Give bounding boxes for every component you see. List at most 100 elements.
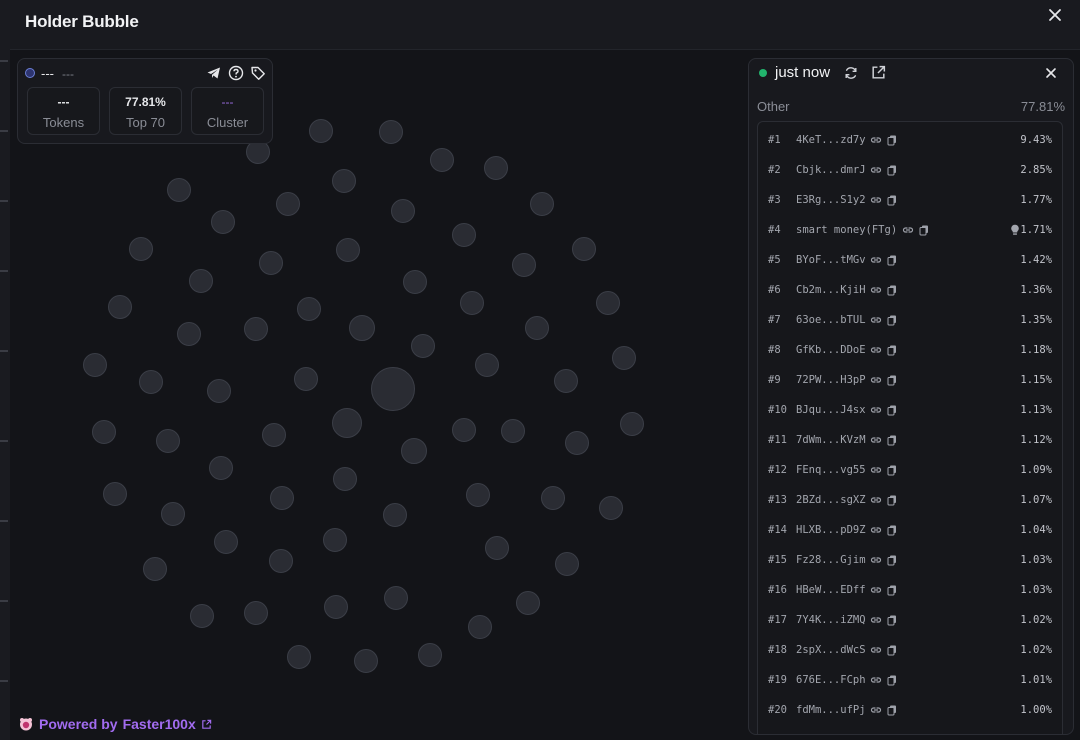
tag-icon[interactable]: [250, 65, 266, 81]
close-panel-icon[interactable]: [1044, 66, 1058, 80]
holder-bubble[interactable]: [139, 370, 163, 394]
holder-row[interactable]: #5 BYoF...tMGv 1.42%: [758, 245, 1062, 275]
copy-icon[interactable]: [886, 374, 898, 386]
holder-bubble[interactable]: [309, 119, 333, 143]
holder-address[interactable]: Cb2m...KjiH: [796, 284, 866, 296]
holder-bubble[interactable]: [452, 223, 476, 247]
holder-bubble[interactable]: [297, 297, 321, 321]
holder-address[interactable]: HLXB...pD9Z: [796, 524, 866, 536]
holder-row[interactable]: #19 676E...FCph 1.01%: [758, 665, 1062, 695]
holder-bubble[interactable]: [287, 645, 311, 669]
holder-bubble[interactable]: [207, 379, 231, 403]
holder-bubble[interactable]: [599, 496, 623, 520]
link-icon[interactable]: [870, 614, 882, 626]
holder-bubble[interactable]: [103, 482, 127, 506]
holder-bubble[interactable]: [211, 210, 235, 234]
holder-row[interactable]: #8 GfKb...DDoE 1.18%: [758, 335, 1062, 365]
holder-bubble[interactable]: [525, 316, 549, 340]
holder-bubble[interactable]: [294, 367, 318, 391]
link-icon[interactable]: [870, 164, 882, 176]
copy-icon[interactable]: [886, 554, 898, 566]
copy-icon[interactable]: [886, 494, 898, 506]
link-icon[interactable]: [870, 704, 882, 716]
holder-row[interactable]: #1 4KeT...zd7y 9.43%: [758, 125, 1062, 155]
close-icon[interactable]: [1045, 5, 1065, 25]
link-icon[interactable]: [870, 524, 882, 536]
holder-bubble[interactable]: [129, 237, 153, 261]
holder-address[interactable]: FEnq...vg55: [796, 464, 866, 476]
holder-address[interactable]: HBeW...EDff: [796, 584, 866, 596]
holder-row[interactable]: #11 7dWm...KVzM 1.12%: [758, 425, 1062, 455]
holder-bubble[interactable]: [108, 295, 132, 319]
external-link-icon[interactable]: [870, 64, 887, 81]
copy-icon[interactable]: [886, 344, 898, 356]
holder-bubble[interactable]: [596, 291, 620, 315]
holder-row[interactable]: #13 2BZd...sgXZ 1.07%: [758, 485, 1062, 515]
holder-bubble[interactable]: [349, 315, 375, 341]
holder-address[interactable]: fdMm...ufPj: [796, 704, 866, 716]
holder-address[interactable]: Cbjk...dmrJ: [796, 164, 866, 176]
link-icon[interactable]: [870, 644, 882, 656]
holder-bubble[interactable]: [541, 486, 565, 510]
link-icon[interactable]: [870, 194, 882, 206]
link-icon[interactable]: [870, 464, 882, 476]
link-icon[interactable]: [870, 134, 882, 146]
holder-bubble[interactable]: [501, 419, 525, 443]
powered-by-link[interactable]: Powered by Faster100x: [18, 716, 212, 732]
holder-list[interactable]: #1 4KeT...zd7y 9.43% #2 Cbjk...dmrJ 2.85% #3 E3…: [757, 121, 1063, 734]
holder-row[interactable]: #9 72PW...H3pP 1.15%: [758, 365, 1062, 395]
holder-bubble[interactable]: [333, 467, 357, 491]
holder-bubble[interactable]: [161, 502, 185, 526]
holder-address[interactable]: 7Y4K...iZMQ: [796, 614, 866, 626]
holder-bubble[interactable]: [612, 346, 636, 370]
holder-bubble[interactable]: [572, 237, 596, 261]
holder-row[interactable]: #15 Fz28...Gjim 1.03%: [758, 545, 1062, 575]
copy-icon[interactable]: [886, 314, 898, 326]
holder-bubble[interactable]: [189, 269, 213, 293]
holder-bubble[interactable]: [403, 270, 427, 294]
holder-address[interactable]: 4KeT...zd7y: [796, 134, 866, 146]
holder-bubble[interactable]: [92, 420, 116, 444]
holder-address[interactable]: E3Rg...S1y2: [796, 194, 866, 206]
link-icon[interactable]: [902, 224, 914, 236]
holder-address[interactable]: 2spX...dWcS: [796, 644, 866, 656]
holder-bubble[interactable]: [214, 530, 238, 554]
holder-address[interactable]: Fz28...Gjim: [796, 554, 866, 566]
holder-bubble[interactable]: [323, 528, 347, 552]
holder-address[interactable]: BJqu...J4sx: [796, 404, 866, 416]
holder-bubble[interactable]: [430, 148, 454, 172]
refresh-icon[interactable]: [843, 65, 859, 81]
holder-row[interactable]: #6 Cb2m...KjiH 1.36%: [758, 275, 1062, 305]
holder-bubble[interactable]: [460, 291, 484, 315]
holder-bubble[interactable]: [411, 334, 435, 358]
holder-bubble[interactable]: [167, 178, 191, 202]
holder-row[interactable]: #2 Cbjk...dmrJ 2.85%: [758, 155, 1062, 185]
holder-bubble[interactable]: [262, 423, 286, 447]
holder-bubble[interactable]: [332, 408, 362, 438]
link-icon[interactable]: [870, 374, 882, 386]
link-icon[interactable]: [870, 434, 882, 446]
holder-bubble[interactable]: [83, 353, 107, 377]
link-icon[interactable]: [870, 404, 882, 416]
link-icon[interactable]: [870, 554, 882, 566]
holder-bubble[interactable]: [156, 429, 180, 453]
copy-icon[interactable]: [886, 704, 898, 716]
holder-bubble[interactable]: [620, 412, 644, 436]
holder-bubble[interactable]: [244, 601, 268, 625]
copy-icon[interactable]: [886, 164, 898, 176]
holder-bubble[interactable]: [276, 192, 300, 216]
holder-address[interactable]: 7dWm...KVzM: [796, 434, 866, 446]
holder-bubble[interactable]: [270, 486, 294, 510]
holder-row[interactable]: #17 7Y4K...iZMQ 1.02%: [758, 605, 1062, 635]
holder-bubble[interactable]: [332, 169, 356, 193]
copy-icon[interactable]: [886, 134, 898, 146]
holder-row[interactable]: #16 HBeW...EDff 1.03%: [758, 575, 1062, 605]
copy-icon[interactable]: [886, 194, 898, 206]
holder-bubble[interactable]: [401, 438, 427, 464]
copy-icon[interactable]: [886, 524, 898, 536]
copy-icon[interactable]: [886, 254, 898, 266]
holder-bubble[interactable]: [143, 557, 167, 581]
holder-bubble[interactable]: [391, 199, 415, 223]
holder-bubble[interactable]: [485, 536, 509, 560]
holder-row[interactable]: #4 smart money(FTg) 1.71%: [758, 215, 1062, 245]
